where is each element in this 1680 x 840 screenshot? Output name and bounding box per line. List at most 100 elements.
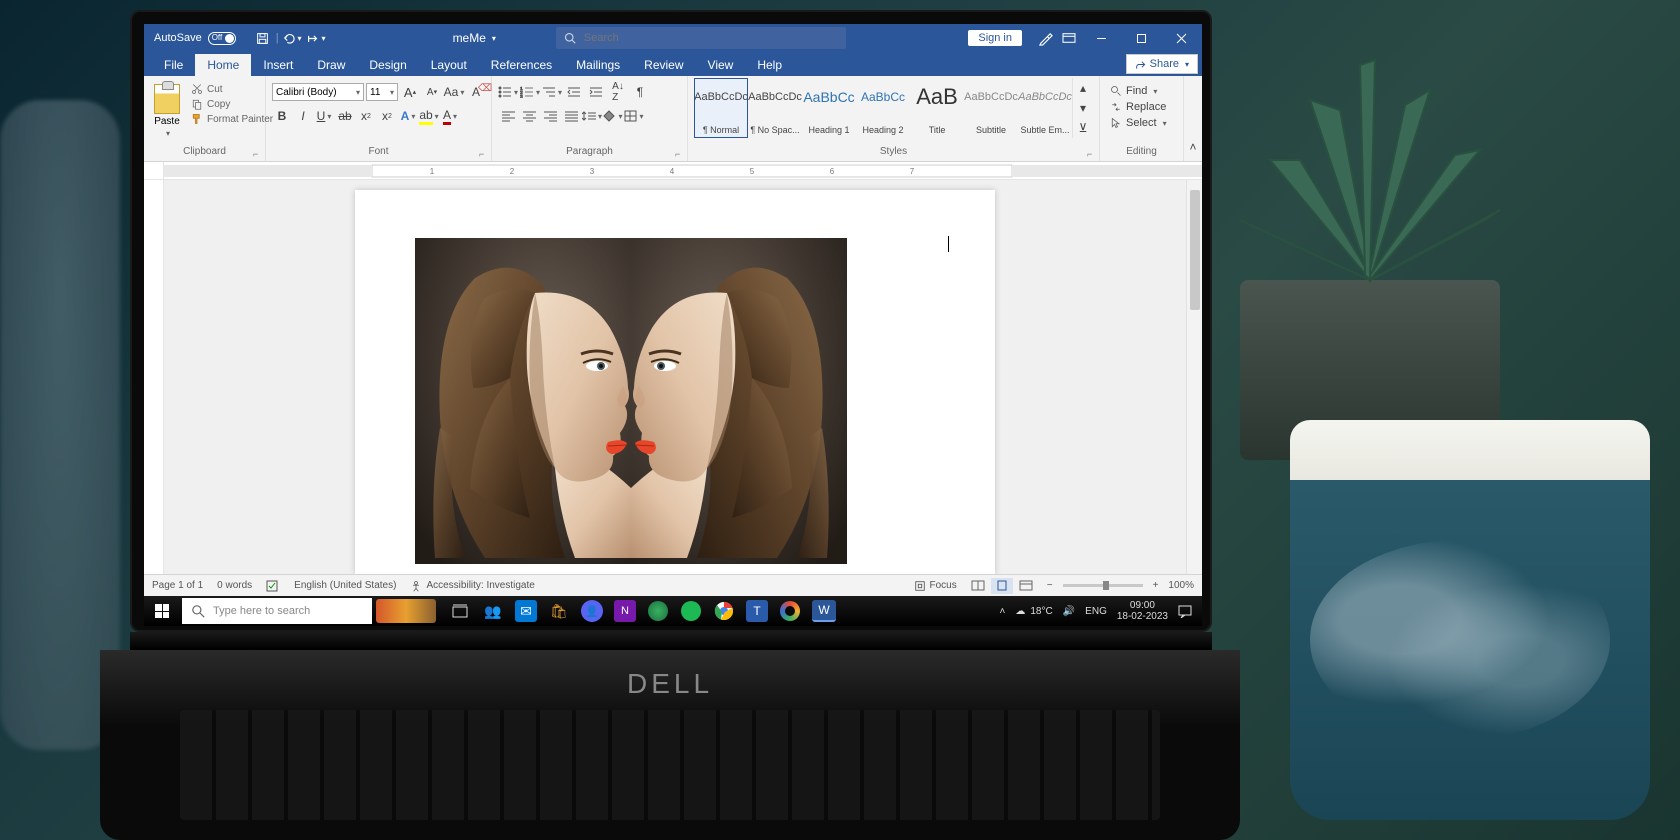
dialog-launcher-icon[interactable]: ⌐: [675, 149, 685, 159]
discord-icon[interactable]: 👤: [581, 600, 603, 622]
shrink-font-icon[interactable]: A▾: [422, 82, 442, 102]
news-widget-icon[interactable]: [376, 599, 436, 623]
align-left-icon[interactable]: [498, 106, 518, 126]
decrease-indent-icon[interactable]: [564, 82, 584, 102]
weather-widget[interactable]: ☁ 18°C: [1015, 606, 1052, 617]
undo-icon[interactable]: ▾: [281, 27, 303, 49]
italic-button[interactable]: I: [293, 106, 313, 126]
find-button[interactable]: Find▾: [1108, 84, 1169, 98]
app-icon-2[interactable]: T: [746, 600, 768, 622]
zoom-out-icon[interactable]: −: [1047, 580, 1053, 591]
notifications-icon[interactable]: [1178, 605, 1192, 618]
line-spacing-icon[interactable]: ▾: [582, 106, 602, 126]
text-effects-icon[interactable]: A▾: [398, 106, 418, 126]
sort-icon[interactable]: A↓Z: [608, 82, 628, 102]
language-indicator[interactable]: ENG: [1085, 606, 1107, 617]
align-center-icon[interactable]: [519, 106, 539, 126]
font-name-select[interactable]: Calibri (Body)▾: [272, 83, 364, 101]
styles-more-icon[interactable]: ⊻: [1073, 118, 1093, 138]
tab-insert[interactable]: Insert: [251, 54, 305, 76]
bold-button[interactable]: B: [272, 106, 292, 126]
shading-icon[interactable]: ▾: [603, 106, 623, 126]
format-painter-button[interactable]: Format Painter: [188, 112, 276, 126]
tab-draw[interactable]: Draw: [305, 54, 357, 76]
share-button[interactable]: Share▾: [1126, 54, 1198, 74]
grow-font-icon[interactable]: A▴: [400, 82, 420, 102]
show-marks-icon[interactable]: ¶: [630, 82, 650, 102]
style-subtle-emphasis[interactable]: AaBbCcDcSubtle Em...: [1018, 78, 1072, 138]
vertical-ruler[interactable]: [144, 180, 164, 574]
web-layout-icon[interactable]: [1015, 578, 1037, 594]
onenote-icon[interactable]: N: [614, 600, 636, 622]
language-indicator[interactable]: English (United States): [294, 580, 396, 591]
highlight-icon[interactable]: ab▾: [419, 106, 439, 126]
tray-expand-icon[interactable]: ˄: [1000, 606, 1006, 617]
tab-mailings[interactable]: Mailings: [564, 54, 632, 76]
accessibility-indicator[interactable]: Accessibility: Investigate: [410, 580, 534, 592]
scroll-thumb[interactable]: [1190, 190, 1200, 310]
focus-mode[interactable]: Focus: [914, 580, 957, 592]
browser-icon[interactable]: [774, 596, 806, 626]
autosave-toggle[interactable]: AutoSave Off: [144, 32, 246, 45]
app-icon[interactable]: [642, 596, 674, 626]
styles-down-icon[interactable]: ▾: [1073, 98, 1093, 118]
spellcheck-icon[interactable]: [266, 580, 280, 592]
style-title[interactable]: AaBTitle: [910, 78, 964, 138]
redo-icon[interactable]: ▾: [305, 27, 327, 49]
bullets-icon[interactable]: ▾: [498, 82, 518, 102]
styles-up-icon[interactable]: ▴: [1073, 78, 1093, 98]
tab-file[interactable]: File: [152, 54, 195, 76]
word-count[interactable]: 0 words: [217, 580, 252, 591]
justify-icon[interactable]: [561, 106, 581, 126]
sign-in-button[interactable]: Sign in: [968, 30, 1022, 46]
page[interactable]: [355, 190, 995, 574]
inserted-image[interactable]: [415, 238, 847, 564]
collapse-ribbon-icon[interactable]: ˄: [1184, 137, 1202, 157]
underline-button[interactable]: U▾: [314, 106, 334, 126]
font-size-select[interactable]: 11▾: [366, 83, 398, 101]
chrome-icon[interactable]: [708, 596, 740, 626]
zoom-slider[interactable]: [1063, 584, 1143, 587]
style-heading-2[interactable]: AaBbCcHeading 2: [856, 78, 910, 138]
task-view-icon[interactable]: [444, 596, 476, 626]
style-normal[interactable]: AaBbCcDc¶ Normal: [694, 78, 748, 138]
cut-button[interactable]: Cut: [188, 82, 276, 96]
save-icon[interactable]: [252, 27, 274, 49]
tab-design[interactable]: Design: [357, 54, 418, 76]
spotify-icon[interactable]: [675, 596, 707, 626]
change-case-icon[interactable]: Aa▾: [444, 82, 464, 102]
paste-button[interactable]: Paste ▾: [150, 82, 184, 140]
tab-layout[interactable]: Layout: [419, 54, 479, 76]
ribbon-display-icon[interactable]: [1058, 27, 1080, 49]
document-title[interactable]: meMe▾: [453, 31, 496, 45]
subscript-button[interactable]: x2: [356, 106, 376, 126]
tab-help[interactable]: Help: [745, 54, 794, 76]
teams-icon[interactable]: 👥: [477, 596, 509, 626]
dialog-launcher-icon[interactable]: ⌐: [1087, 149, 1097, 159]
vertical-scrollbar[interactable]: [1186, 180, 1202, 574]
zoom-in-icon[interactable]: +: [1153, 580, 1159, 591]
print-layout-icon[interactable]: [991, 578, 1013, 594]
sound-icon[interactable]: 🔊: [1063, 606, 1075, 617]
mail-icon[interactable]: ✉: [515, 600, 537, 622]
select-button[interactable]: Select▾: [1108, 116, 1169, 130]
search-box[interactable]: [556, 27, 846, 49]
document-canvas[interactable]: [164, 180, 1186, 574]
zoom-level[interactable]: 100%: [1168, 580, 1194, 591]
taskbar-search[interactable]: Type here to search: [182, 598, 372, 624]
dialog-launcher-icon[interactable]: ⌐: [479, 149, 489, 159]
clear-format-icon[interactable]: A⌫: [466, 82, 486, 102]
strikethrough-button[interactable]: ab: [335, 106, 355, 126]
minimize-button[interactable]: [1082, 26, 1120, 50]
borders-icon[interactable]: ▾: [624, 106, 644, 126]
clock[interactable]: 09:0018-02-2023: [1117, 600, 1168, 622]
tab-view[interactable]: View: [696, 54, 746, 76]
read-mode-icon[interactable]: [967, 578, 989, 594]
store-icon[interactable]: 🛍: [543, 596, 575, 626]
horizontal-ruler[interactable]: 1234567: [144, 162, 1202, 180]
style-heading-1[interactable]: AaBbCcHeading 1: [802, 78, 856, 138]
tab-home[interactable]: Home: [195, 54, 251, 76]
close-button[interactable]: [1162, 26, 1200, 50]
font-color-icon[interactable]: A▾: [440, 106, 460, 126]
tab-references[interactable]: References: [479, 54, 564, 76]
